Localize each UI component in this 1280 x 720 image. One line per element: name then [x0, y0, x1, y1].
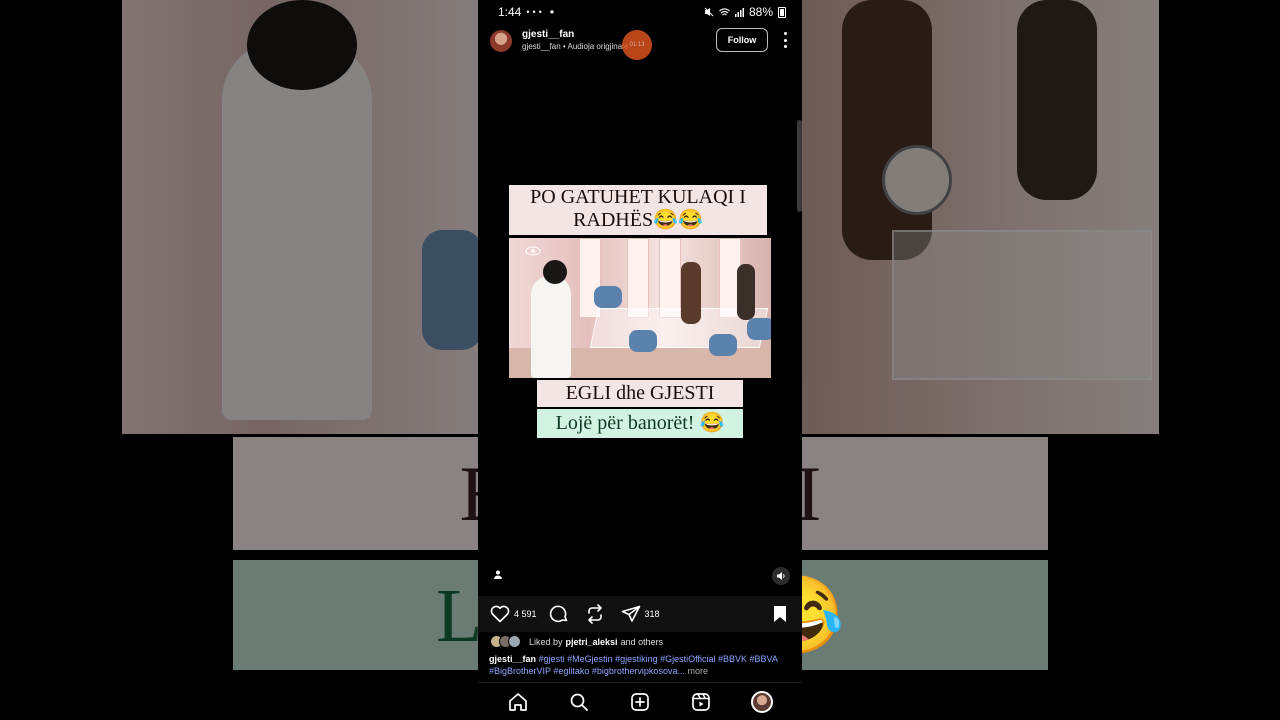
status-dot: • [549, 5, 555, 19]
background-left-blur [122, 0, 478, 434]
battery-level: 88% [748, 5, 773, 19]
status-bar: 1:44 ••• • 88% [478, 0, 802, 24]
comment-icon [549, 605, 567, 623]
share-count: 318 [644, 609, 660, 619]
screen-recording-badge: 01:13 [622, 30, 652, 60]
notification-icons: ••• [526, 7, 545, 17]
nav-home[interactable] [507, 691, 529, 713]
poster-avatar[interactable] [490, 30, 512, 52]
channel-eye-logo-icon [525, 246, 541, 256]
battery-icon [778, 6, 786, 18]
bg-chair [422, 230, 478, 350]
video-clip-frame[interactable] [509, 238, 771, 378]
clip-man-2 [737, 264, 755, 320]
post-caption: gjesti__fan #gjesti #MeGjestin #gjestiki… [489, 653, 794, 677]
clip-woman-hair [543, 260, 567, 284]
comment-button[interactable] [549, 604, 573, 624]
status-right: 88% [704, 5, 786, 19]
liked-by-name[interactable]: pjetri_aleksi [566, 637, 618, 647]
video-subtitle-names: EGLI dhe GJESTI [537, 380, 743, 407]
audio-toggle-button[interactable] [772, 567, 790, 585]
nav-search[interactable] [568, 691, 590, 713]
liked-by-row[interactable]: Liked by pjetri_aleksi and others [490, 634, 794, 649]
speaker-icon [777, 572, 785, 580]
create-icon [631, 692, 649, 711]
home-icon [509, 692, 528, 711]
post-actions-bar: 4 591 318 [478, 596, 802, 632]
liker-avatar [508, 635, 521, 648]
clip-pillar [659, 238, 681, 318]
send-icon [621, 605, 640, 622]
clip-chair [594, 286, 622, 308]
bottom-navigation [478, 682, 802, 720]
bg-woman-figure [222, 40, 372, 420]
caption-hashtags-line2[interactable]: #BigBrotherVIP #eglitako #bigbrothervipk… [489, 666, 685, 676]
caption-username[interactable]: gjesti__fan [489, 654, 536, 664]
bg-glass-table [892, 230, 1152, 380]
video-title-text: PO GATUHET KULAQI I RADHËS😂😂 [509, 185, 767, 235]
background-right-blur [802, 0, 1159, 434]
poster-username[interactable]: gjesti__fan [522, 29, 628, 41]
like-button[interactable]: 4 591 [490, 605, 537, 623]
clip-chair [747, 318, 771, 340]
like-count: 4 591 [514, 609, 537, 619]
bg-man-figure [842, 0, 932, 260]
reels-icon [691, 692, 710, 711]
clip-man [681, 262, 701, 324]
video-subtitle-game: Lojë për banorët! 😂 [537, 409, 743, 438]
clip-woman [531, 276, 571, 378]
bg-man-figure-2 [1017, 0, 1097, 200]
liked-by-prefix: Liked by [529, 636, 563, 647]
clip-chair [709, 334, 737, 356]
nav-profile[interactable] [750, 690, 773, 713]
status-left: 1:44 ••• • [498, 5, 554, 19]
bookmark-icon[interactable] [772, 605, 788, 623]
caption-hashtags-line1[interactable]: #gjesti #MeGjestin #gjestiking #GjestiOf… [539, 654, 778, 664]
status-time: 1:44 [498, 5, 522, 19]
tagged-people-icon[interactable] [492, 568, 504, 580]
follow-button[interactable]: Follow [716, 28, 768, 52]
liked-by-suffix: and others [620, 636, 664, 647]
wifi-icon [719, 7, 730, 15]
heart-icon [490, 605, 510, 623]
profile-avatar [750, 690, 773, 713]
audio-label[interactable]: gjesti__fan • Audioja origjinale [522, 41, 628, 53]
clip-chair [629, 330, 657, 352]
liked-by-avatars [490, 635, 521, 648]
nav-reels[interactable] [690, 691, 712, 713]
caption-more-link[interactable]: more [687, 666, 708, 676]
bg-mirror [882, 145, 952, 215]
mute-status-icon [704, 7, 714, 17]
scrollbar[interactable] [797, 120, 802, 212]
search-icon [570, 693, 589, 711]
more-options-icon[interactable] [778, 32, 792, 48]
phone-screen: 1:44 ••• • 88% gjesti__fan gjesti__fan •… [478, 0, 802, 720]
signal-icon [734, 7, 744, 17]
bg-woman-hair [247, 0, 357, 90]
share-button[interactable]: 318 [621, 605, 660, 623]
repost-icon [587, 604, 602, 624]
nav-create[interactable] [629, 691, 651, 713]
poster-info: gjesti__fan gjesti__fan • Audioja origji… [522, 29, 628, 53]
repost-button[interactable] [585, 604, 609, 624]
clip-pillar [627, 238, 649, 318]
